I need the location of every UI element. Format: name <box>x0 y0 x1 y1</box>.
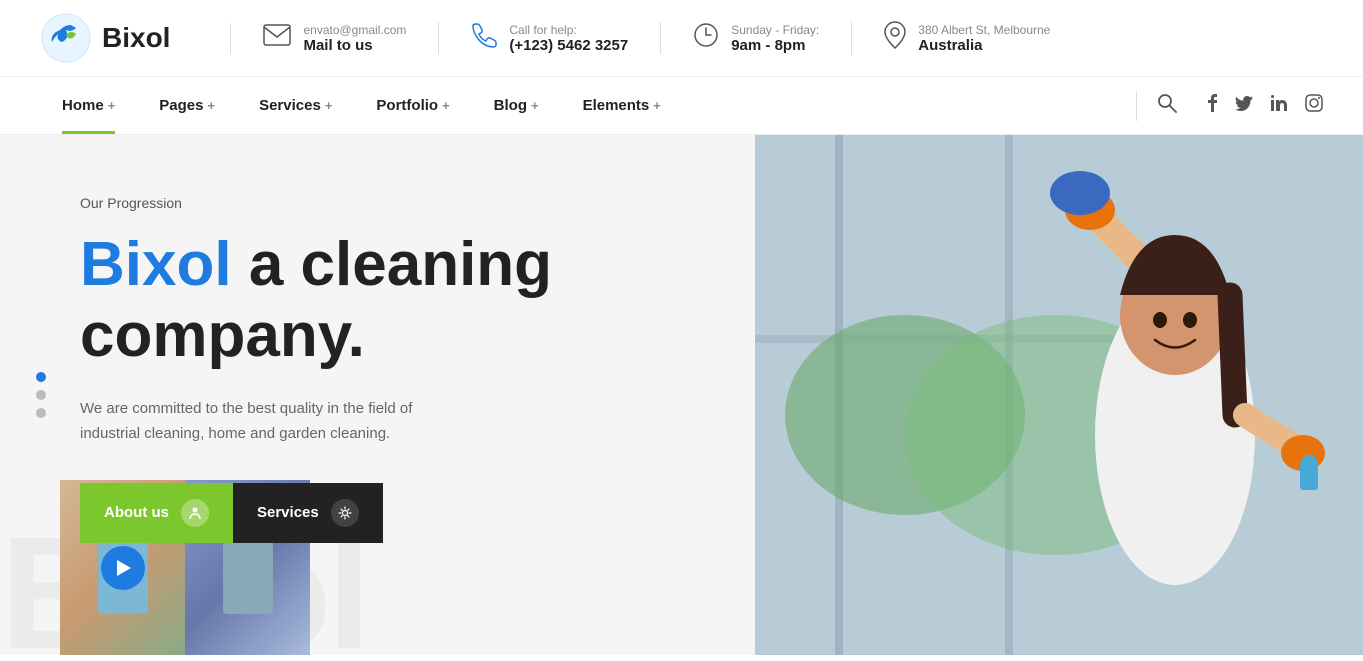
phone-label: Call for help: <box>509 23 628 37</box>
navbar: Home + Pages + Services + Portfolio + Bl… <box>0 77 1363 135</box>
email-address: envato@gmail.com <box>303 23 406 37</box>
contact-hours: Sunday - Friday: 9am - 8pm <box>660 22 851 54</box>
play-button-1[interactable] <box>101 546 145 590</box>
hero-title-blue: Bixol <box>80 230 232 299</box>
nav-services[interactable]: Services + <box>237 77 354 134</box>
hours-label: Sunday - Friday: <box>731 23 819 37</box>
mail-icon <box>263 24 291 52</box>
nav-home-plus: + <box>108 98 116 113</box>
twitter-icon[interactable] <box>1235 96 1253 116</box>
linkedin-icon[interactable] <box>1271 95 1287 116</box>
hero-buttons: About us Services <box>80 483 695 543</box>
nav-elements[interactable]: Elements + <box>561 77 683 134</box>
nav-blog[interactable]: Blog + <box>472 77 561 134</box>
hero-section: Bixol Our Progression Bixol a cleaning c… <box>0 135 1363 655</box>
social-icons <box>1207 94 1323 117</box>
address-line1: 380 Albert St, Melbourne <box>918 23 1050 37</box>
logo-text: Bixol <box>102 22 170 54</box>
services-button[interactable]: Services <box>233 483 383 543</box>
search-icon[interactable] <box>1147 93 1187 118</box>
facebook-icon[interactable] <box>1207 94 1217 117</box>
slider-dot-1[interactable] <box>36 372 46 382</box>
contact-phone: Call for help: (+123) 5462 3257 <box>438 22 660 54</box>
email-label: Mail to us <box>303 37 406 54</box>
nav-divider <box>1136 91 1137 121</box>
hero-content: Our Progression Bixol a cleaning company… <box>80 195 695 543</box>
hero-right <box>755 135 1363 655</box>
nav-portfolio-plus: + <box>442 98 450 113</box>
slider-dot-3[interactable] <box>36 408 46 418</box>
slider-dots <box>36 372 46 418</box>
nav-portfolio[interactable]: Portfolio + <box>354 77 471 134</box>
contact-address: 380 Albert St, Melbourne Australia <box>851 21 1082 55</box>
clock-icon <box>693 22 719 54</box>
address-line2: Australia <box>918 37 1050 54</box>
nav-services-plus: + <box>325 98 333 113</box>
phone-icon <box>471 22 497 54</box>
nav-items: Home + Pages + Services + Portfolio + Bl… <box>40 77 1126 134</box>
nav-pages[interactable]: Pages + <box>137 77 237 134</box>
instagram-icon[interactable] <box>1305 94 1323 117</box>
nav-elements-plus: + <box>653 98 661 113</box>
hero-tag: Our Progression <box>80 195 695 211</box>
about-us-icon <box>181 499 209 527</box>
hours-value: 9am - 8pm <box>731 37 819 54</box>
location-icon <box>884 21 906 55</box>
services-gear-icon <box>331 499 359 527</box>
logo-area: Bixol <box>40 12 170 64</box>
phone-number: (+123) 5462 3257 <box>509 37 628 54</box>
slider-dot-2[interactable] <box>36 390 46 400</box>
top-bar: Bixol envato@gmail.com Mail to us <box>0 0 1363 77</box>
about-us-button[interactable]: About us <box>80 483 233 543</box>
nav-blog-plus: + <box>531 98 539 113</box>
top-contacts: envato@gmail.com Mail to us Call for hel… <box>230 21 1323 55</box>
hero-image <box>755 135 1363 655</box>
hero-left: Bixol Our Progression Bixol a cleaning c… <box>0 135 755 655</box>
hero-title: Bixol a cleaning company. <box>80 229 695 372</box>
nav-pages-plus: + <box>207 98 215 113</box>
contact-email: envato@gmail.com Mail to us <box>230 23 438 54</box>
nav-home[interactable]: Home + <box>40 77 137 134</box>
hero-description: We are committed to the best quality in … <box>80 396 440 447</box>
logo-icon <box>40 12 92 64</box>
